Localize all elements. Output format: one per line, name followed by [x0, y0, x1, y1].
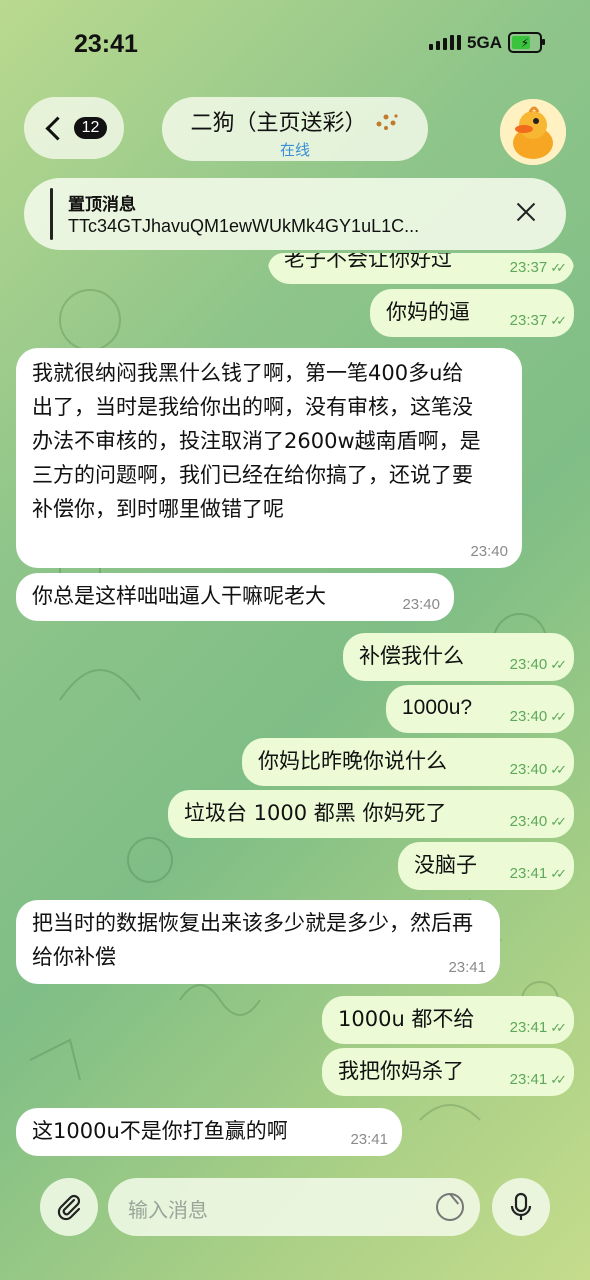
read-check-icon: ✓✓ — [550, 1072, 567, 1087]
signal-icon — [429, 35, 462, 50]
message-bubble[interactable]: 补偿我什么 23:40 ✓✓ — [343, 633, 574, 681]
status-bar: 23:41 5GA ⚡ — [0, 0, 590, 90]
message-time: 23:40 — [470, 543, 508, 560]
message-time: 23:37 ✓✓ — [509, 312, 567, 329]
sparkle-icon — [376, 114, 398, 130]
read-check-icon: ✓✓ — [550, 866, 567, 881]
status-time: 23:41 — [74, 30, 138, 58]
attach-button[interactable] — [40, 1178, 98, 1236]
message-bubble[interactable]: 这1000u不是你打鱼赢的啊 23:41 — [16, 1108, 402, 1156]
chevron-left-icon — [45, 115, 70, 141]
read-check-icon: ✓✓ — [550, 709, 567, 724]
message-bubble[interactable]: 你总是这样咄咄逼人干嘛呢老大 23:40 — [16, 573, 454, 621]
message-text: 我把你妈杀了 — [338, 1059, 464, 1083]
message-text: 把当时的数据恢复出来该多少就是多少，然后再给你补偿 — [32, 911, 473, 969]
paperclip-icon — [57, 1194, 81, 1221]
message-time: 23:40 ✓✓ — [509, 813, 567, 830]
message-text: 1000u? — [402, 696, 473, 719]
message-text: 1000u 都不给 — [338, 1007, 475, 1031]
sticker-icon[interactable] — [436, 1193, 464, 1221]
message-time: 23:40 ✓✓ — [509, 708, 567, 725]
message-time: 23:40 ✓✓ — [509, 656, 567, 673]
message-bubble[interactable]: 我就很纳闷我黑什么钱了啊，第一笔400多u给出了，当时是我给你出的啊，没有审核，… — [16, 348, 522, 568]
message-text: 你妈比昨晚你说什么 — [258, 749, 447, 773]
message-text: 这1000u不是你打鱼赢的啊 — [32, 1119, 288, 1143]
message-time: 23:41 ✓✓ — [509, 1071, 567, 1088]
message-text: 补偿我什么 — [359, 644, 464, 668]
message-bubble[interactable]: 你妈比昨晚你说什么 23:40 ✓✓ — [242, 738, 574, 786]
message-bubble[interactable]: 你妈的逼 23:37 ✓✓ — [370, 289, 574, 337]
message-time: 23:41 — [448, 959, 486, 976]
message-time: 23:40 — [402, 596, 440, 613]
read-check-icon: ✓✓ — [550, 814, 567, 829]
network-label: 5GA — [467, 32, 502, 52]
read-check-icon: ✓✓ — [550, 762, 567, 777]
close-icon[interactable] — [514, 200, 538, 224]
message-time: 23:40 ✓✓ — [509, 761, 567, 778]
pinned-title: 置顶消息 — [68, 195, 136, 215]
contact-name: 二狗（主页送彩） — [162, 105, 428, 137]
read-check-icon: ✓✓ — [550, 313, 567, 328]
message-text: 你妈的逼 — [386, 300, 470, 324]
battery-icon: ⚡ — [508, 32, 545, 53]
message-input[interactable]: 输入消息 — [108, 1178, 480, 1236]
message-text: 没脑子 — [414, 853, 477, 877]
message-bubble[interactable]: 垃圾台 1000 都黑 你妈死了 23:40 ✓✓ — [168, 790, 574, 838]
read-check-icon: ✓✓ — [550, 260, 567, 275]
message-text: 垃圾台 1000 都黑 你妈死了 — [184, 801, 447, 825]
message-text: 你总是这样咄咄逼人干嘛呢老大 — [32, 584, 326, 608]
message-time: 23:41 ✓✓ — [509, 865, 567, 882]
message-bubble[interactable]: 1000u? 23:40 ✓✓ — [386, 685, 574, 733]
microphone-icon — [510, 1192, 532, 1220]
message-time: 23:37 ✓✓ — [509, 259, 567, 276]
status-indicators: 5GA ⚡ — [429, 32, 545, 53]
avatar[interactable] — [500, 99, 566, 165]
message-text: 我就很纳闷我黑什么钱了啊，第一笔400多u给出了，当时是我给你出的啊，没有审核，… — [32, 361, 481, 521]
pinned-message[interactable]: 置顶消息 TTc34GTJhavuQM1ewWUkMk4GY1uL1C... — [24, 178, 566, 250]
message-time: 23:41 — [350, 1131, 388, 1148]
chat-title[interactable]: 二狗（主页送彩） 在线 — [162, 97, 428, 161]
pinned-indicator — [50, 188, 53, 240]
back-button[interactable]: 12 — [24, 97, 124, 159]
read-check-icon: ✓✓ — [550, 1020, 567, 1035]
message-bubble[interactable]: 没脑子 23:41 ✓✓ — [398, 842, 574, 890]
duck-avatar-icon — [500, 99, 566, 165]
message-bubble[interactable]: 1000u 都不给 23:41 ✓✓ — [322, 996, 574, 1044]
message-time: 23:41 ✓✓ — [509, 1019, 567, 1036]
unread-count-badge: 12 — [73, 117, 108, 139]
pinned-text: TTc34GTJhavuQM1ewWUkMk4GY1uL1C... — [68, 216, 420, 236]
online-status: 在线 — [279, 141, 310, 159]
voice-record-button[interactable] — [492, 1178, 550, 1236]
message-bubble[interactable]: 把当时的数据恢复出来该多少就是多少，然后再给你补偿 23:41 — [16, 900, 500, 984]
message-bubble[interactable]: 我把你妈杀了 23:41 ✓✓ — [322, 1048, 574, 1096]
message-input-placeholder: 输入消息 — [128, 1198, 208, 1222]
read-check-icon: ✓✓ — [550, 657, 567, 672]
message-composer: 输入消息 — [0, 1170, 590, 1250]
